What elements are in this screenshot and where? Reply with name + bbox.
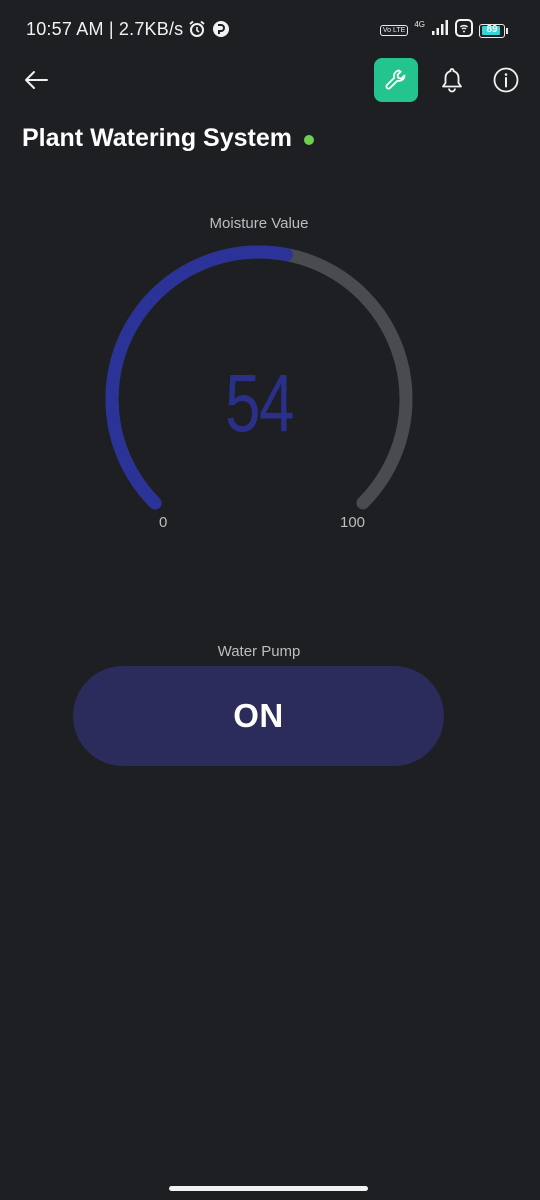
status-icons-right: Vo LTE 4G 89 [379,19,508,42]
pump-label: Water Pump [217,643,301,660]
gauge-value: 54 [224,358,295,449]
wifi-hotspot-icon [455,19,473,42]
status-bar: 10:57 AM | 2.7KB/s Vo LTE 4G 89 [0,0,540,62]
battery-level: 89 [486,23,498,35]
title-row: Plant Watering System [22,124,314,153]
online-status-dot [303,134,314,145]
water-pump-button[interactable]: ON [73,666,444,766]
pump-state-label: ON [233,697,284,734]
app-notification-icon [212,20,230,43]
battery-cap [506,27,508,34]
status-icons-left [188,20,230,43]
page-title: Plant Watering System [22,124,292,152]
signal-icon [431,20,449,41]
info-icon [493,67,519,93]
info-button[interactable] [492,66,520,94]
gauge-min-label: 0 [159,514,168,531]
arrow-left-icon [25,71,48,89]
wrench-icon [385,69,406,90]
status-time: 10:57 AM | 2.7KB/s [26,19,184,39]
battery-icon: 89 [479,23,505,38]
network-type: 4G [414,20,425,29]
gauge-max-label: 100 [340,514,366,531]
gauge-label: Moisture Value [209,215,309,232]
settings-button[interactable] [374,58,418,102]
bell-icon [442,68,462,93]
volte-icon: Vo LTE [379,25,409,36]
notifications-button[interactable] [437,64,467,96]
alarm-icon [188,20,206,43]
back-button[interactable] [20,64,52,96]
home-indicator[interactable] [169,1186,368,1191]
